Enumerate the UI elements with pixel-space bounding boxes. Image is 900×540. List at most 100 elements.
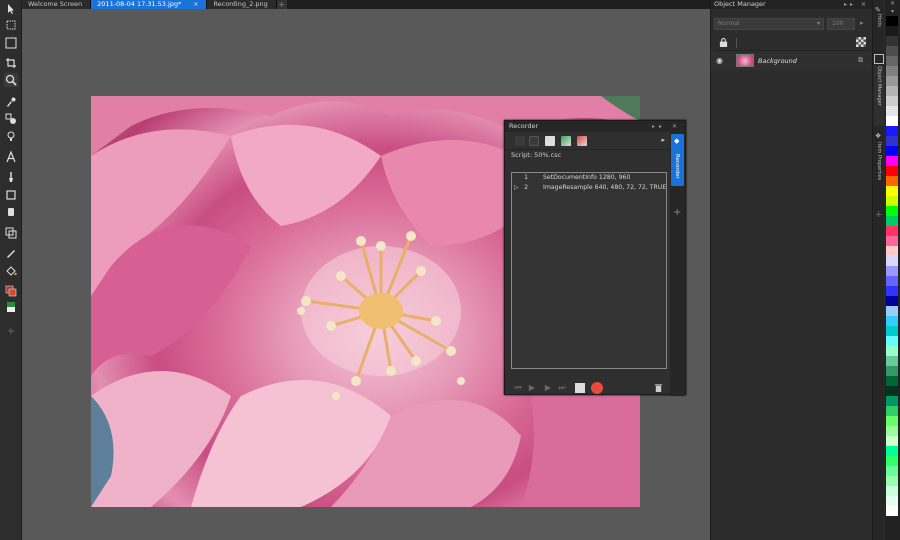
close-icon[interactable]: ×	[193, 0, 198, 9]
object-manager-title-bar[interactable]: Object Manager ▸▸ ✕	[711, 0, 872, 9]
zoom-icon[interactable]	[4, 73, 18, 87]
palette-swatch[interactable]	[886, 296, 898, 306]
pen-icon[interactable]	[4, 246, 18, 260]
palette-swatch[interactable]	[886, 156, 898, 166]
list-item[interactable]: ▷ 2 ImageResample 640, 480, 72, 72, TRUE	[512, 183, 666, 193]
palette-swatch[interactable]	[886, 186, 898, 196]
rewind-icon[interactable]: ⏮	[513, 383, 523, 393]
palette-swatch[interactable]	[886, 256, 898, 266]
layer-row-background[interactable]: ◉ Background ⧉	[711, 52, 871, 70]
play-icon[interactable]: ▶	[543, 383, 553, 393]
stop-button[interactable]	[575, 383, 585, 393]
trash-icon[interactable]	[653, 383, 663, 393]
palette-close-icon[interactable]: ✕	[885, 0, 900, 8]
retouch-icon[interactable]	[4, 112, 18, 126]
hints-icon[interactable]: ✎	[875, 6, 881, 14]
palette-swatch[interactable]	[886, 466, 898, 476]
shape-icon[interactable]	[4, 188, 18, 202]
item-properties-icon[interactable]: ❖	[875, 132, 881, 140]
palette-swatch[interactable]	[886, 476, 898, 486]
palette-swatch[interactable]	[886, 176, 898, 186]
palette-swatch[interactable]	[886, 376, 898, 386]
palette-swatch[interactable]	[886, 66, 898, 76]
palette-swatch[interactable]	[886, 56, 898, 66]
tab-recording[interactable]: Recording_2.png	[207, 0, 277, 9]
color-swatch-icon[interactable]	[4, 284, 18, 298]
tab-hints[interactable]: Hints	[874, 14, 884, 44]
merge-mode-select[interactable]: Normal ▾	[714, 18, 824, 30]
recorder-command-list[interactable]: 1 SetDocumentInfo 1280, 960 ▷ 2 ImageRes…	[511, 172, 667, 369]
palette-swatch[interactable]	[886, 416, 898, 426]
palette-swatch[interactable]	[886, 426, 898, 436]
palette-swatch[interactable]	[886, 486, 898, 496]
object-manager-tab-icon[interactable]	[874, 54, 884, 64]
crop-tool-icon[interactable]	[4, 56, 18, 70]
tab-welcome-screen[interactable]: Welcome Screen	[22, 0, 92, 9]
palette-swatch[interactable]	[886, 36, 898, 46]
palette-swatch[interactable]	[886, 356, 898, 366]
palette-menu-icon[interactable]: ▾	[885, 8, 900, 16]
forward-icon[interactable]: ⏭	[557, 383, 567, 393]
palette-swatch[interactable]	[886, 106, 898, 116]
palette-swatch[interactable]	[886, 336, 898, 346]
text-icon[interactable]	[4, 150, 18, 164]
palette-swatch[interactable]	[886, 446, 898, 456]
palette-swatch[interactable]	[886, 86, 898, 96]
palette-swatch[interactable]	[886, 226, 898, 236]
palette-swatch[interactable]	[886, 316, 898, 326]
palette-swatch[interactable]	[886, 246, 898, 256]
mask-icon[interactable]	[4, 300, 18, 314]
opacity-input[interactable]: 100	[827, 18, 855, 30]
layer-lock-icon[interactable]: ⧉	[858, 56, 863, 65]
palette-swatch[interactable]	[886, 196, 898, 206]
panel-controls[interactable]: ▸▸ ✕	[652, 121, 681, 132]
add-tool-icon[interactable]: +	[4, 325, 18, 339]
palette-swatch[interactable]	[886, 496, 898, 506]
transparency-icon[interactable]	[856, 37, 866, 47]
palette-swatch[interactable]	[886, 506, 898, 516]
palette-swatch[interactable]	[886, 96, 898, 106]
palette-swatch[interactable]	[886, 286, 898, 296]
palette-swatch[interactable]	[886, 46, 898, 56]
dropper-icon[interactable]	[4, 95, 18, 109]
palette-swatch[interactable]	[886, 366, 898, 376]
new-tab-icon[interactable]: +	[276, 0, 287, 9]
palette-swatch[interactable]	[886, 166, 898, 176]
fill-icon[interactable]	[4, 264, 18, 278]
palette-swatch[interactable]	[886, 266, 898, 276]
open-script-icon[interactable]	[529, 136, 539, 146]
palette-swatch[interactable]	[886, 386, 898, 396]
lock-icon[interactable]	[719, 37, 728, 47]
tab-photo[interactable]: 2011-08-04 17.31.53.jpg* ×	[91, 0, 208, 9]
palette-swatch[interactable]	[886, 76, 898, 86]
opacity-chevron-icon[interactable]: ▸	[860, 19, 864, 27]
palette-swatch[interactable]	[886, 306, 898, 316]
clone-icon[interactable]	[4, 226, 18, 240]
palette-swatch[interactable]	[886, 326, 898, 336]
palette-swatch[interactable]	[886, 136, 898, 146]
palette-swatch[interactable]	[886, 276, 898, 286]
palette-swatch[interactable]	[886, 116, 898, 126]
palette-swatch[interactable]	[886, 236, 898, 246]
recorder-side-tab[interactable]: ◆ Recorder	[671, 134, 684, 186]
step-play-icon[interactable]: ▶	[527, 383, 537, 393]
palette-swatch[interactable]	[886, 126, 898, 136]
bulb-icon[interactable]	[4, 129, 18, 143]
palette-swatch[interactable]	[886, 406, 898, 416]
palette-swatch[interactable]	[886, 346, 898, 356]
palette-swatch[interactable]	[886, 16, 898, 26]
brush-icon[interactable]	[4, 170, 18, 184]
palette-swatch[interactable]	[886, 396, 898, 406]
palette-swatch[interactable]	[886, 206, 898, 216]
tab-object-manager[interactable]: Object Manager	[874, 66, 884, 126]
panel-controls[interactable]: ▸▸ ✕	[844, 0, 869, 9]
add-panel-icon[interactable]: +	[673, 207, 681, 218]
crop-icon[interactable]	[4, 36, 18, 50]
palette-swatch[interactable]	[886, 26, 898, 36]
add-docker-icon[interactable]: +	[875, 210, 883, 220]
palette-swatch[interactable]	[886, 456, 898, 466]
insert-step-icon[interactable]	[561, 136, 571, 146]
delete-step-icon[interactable]	[577, 136, 587, 146]
palette-swatch[interactable]	[886, 436, 898, 446]
recorder-title-bar[interactable]: Recorder ▸▸ ✕	[505, 121, 685, 132]
